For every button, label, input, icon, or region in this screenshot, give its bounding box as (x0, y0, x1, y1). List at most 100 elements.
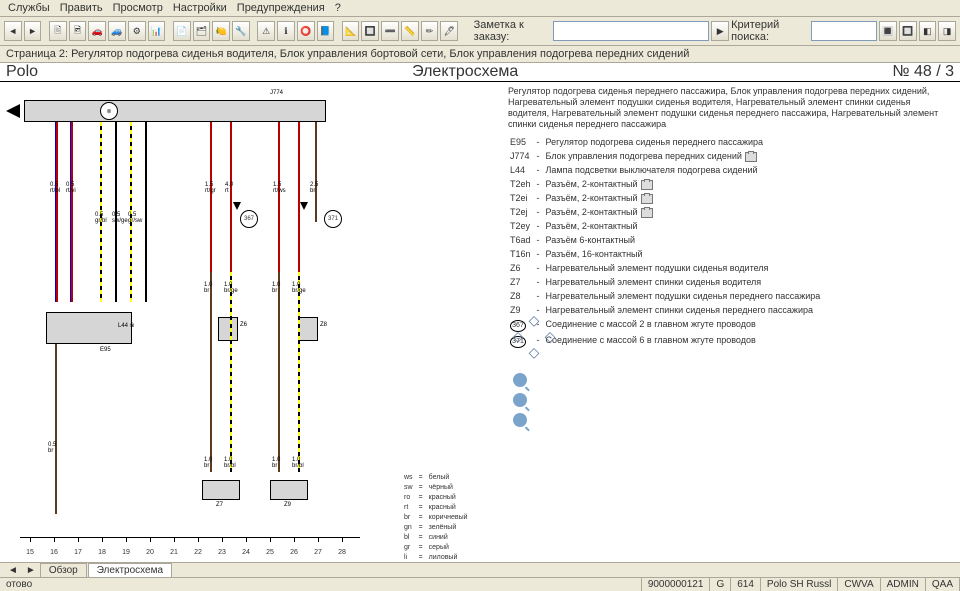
wiring-diagram[interactable]: J774 ⊗ 0.5 rt/bl 0.5 rt/vi 0.5 gr/bl 0.5… (0, 82, 500, 562)
menu-item[interactable]: Службы (8, 2, 50, 14)
page-description-bar: Страница 2: Регулятор подогрева сиденья … (0, 46, 960, 63)
symbol-circle: ⊗ (100, 102, 118, 120)
ruler-line (20, 537, 360, 538)
tab-schema[interactable]: Электросхема (88, 563, 172, 577)
tool-5-icon[interactable]: ⚙ (128, 21, 146, 41)
page-description: Страница 2: Регулятор подогрева сиденья … (6, 48, 689, 60)
tool-3-icon[interactable]: 🚗 (88, 21, 106, 41)
component-z9 (270, 480, 308, 500)
ruler-label: 16 (50, 549, 58, 556)
tool-9-icon[interactable]: 🍋 (212, 21, 230, 41)
tab-overview[interactable]: Обзор (40, 563, 87, 577)
component-z8 (298, 317, 318, 341)
wire (71, 122, 73, 302)
wire-label: 1.0 br/bl (224, 457, 236, 469)
wire-label: 1.0 br (272, 282, 280, 294)
label-z6: Z6 (240, 322, 247, 328)
component-row: T2ei-Разъём, 2-контактный (510, 192, 824, 204)
tool-4-icon[interactable]: 🚙 (108, 21, 126, 41)
tool-11-icon[interactable]: ⚠ (257, 21, 275, 41)
arrow-left-icon (6, 104, 20, 118)
content-area: J774 ⊗ 0.5 rt/bl 0.5 rt/vi 0.5 gr/bl 0.5… (0, 82, 960, 562)
component-row: T2ej-Разъём, 2-контактный (510, 206, 824, 218)
component-row: Z8-Нагревательный элемент подушки сидень… (510, 290, 824, 302)
tool-forward-icon[interactable]: ► (24, 21, 42, 41)
ground-371: 371 (324, 210, 342, 228)
note-input[interactable] (553, 21, 709, 41)
camera-icon[interactable] (641, 208, 653, 218)
menu-item[interactable]: ? (335, 2, 341, 14)
zoom-fit-icon[interactable] (513, 413, 527, 427)
tab-prev-icon[interactable]: ◄ (8, 565, 18, 576)
ruler-label: 23 (218, 549, 226, 556)
doc-type: Электросхема (412, 63, 518, 81)
tool-14-icon[interactable]: 📘 (317, 21, 335, 41)
tool-back-icon[interactable]: ◄ (4, 21, 22, 41)
wire-label: 4.0 rt (225, 182, 233, 194)
crit-btn1-icon[interactable]: 🔳 (879, 21, 897, 41)
crit-btn4-icon[interactable]: ◨ (938, 21, 956, 41)
zoom-out-icon[interactable] (513, 393, 527, 407)
tool-8-icon[interactable]: 🗂 (193, 21, 211, 41)
note-label: Заметка к заказу: (474, 19, 552, 43)
tab-next-icon[interactable]: ► (26, 565, 36, 576)
label-z9: Z9 (284, 502, 291, 508)
zoom-in-icon[interactable] (513, 373, 527, 387)
tool-18-icon[interactable]: 📏 (401, 21, 419, 41)
tool-13-icon[interactable]: ⭕ (297, 21, 315, 41)
tool-17-icon[interactable]: ➖ (381, 21, 399, 41)
tool-1-icon[interactable]: 🖹 (49, 21, 67, 41)
criteria-input[interactable] (811, 21, 877, 41)
tool-2-icon[interactable]: 🖻 (69, 21, 87, 41)
ruler-label: 20 (146, 549, 154, 556)
status-model: Polo SH Russl (761, 578, 838, 591)
pan-right-icon[interactable]: ◇ (542, 328, 558, 344)
menu-item[interactable]: Просмотр (113, 2, 163, 14)
component-row: Z7-Нагревательный элемент спинки сиденья… (510, 276, 824, 288)
arrow-down-icon (233, 202, 241, 210)
wire (230, 272, 232, 472)
tool-7-icon[interactable]: 📄 (173, 21, 191, 41)
tool-15-icon[interactable]: 📐 (342, 21, 360, 41)
tool-20-icon[interactable]: 🖊 (440, 21, 458, 41)
pan-down-icon[interactable]: ◇ (526, 344, 542, 360)
toolbar: ◄ ► 🖹 🖻 🚗 🚙 ⚙ 📊 📄 🗂 🍋 🔧 ⚠ ℹ ⭕ 📘 📐 🔲 ➖ 📏 … (0, 17, 960, 46)
info-panel: Регулятор подогрева сиденья переднего па… (500, 82, 960, 562)
pan-up-icon[interactable]: ◇ (526, 312, 542, 328)
doc-number: № 48 / 3 (892, 63, 954, 81)
wire-label: 0.5 gr/sw (128, 212, 142, 224)
component-row: E95-Регулятор подогрева сиденья переднег… (510, 136, 824, 148)
ruler-label: 18 (98, 549, 106, 556)
wire (230, 122, 232, 272)
component-row: T6ad-Разъём 6-контактный (510, 234, 824, 246)
camera-icon[interactable] (745, 152, 757, 162)
tool-10-icon[interactable]: 🔧 (232, 21, 250, 41)
crit-btn2-icon[interactable]: 🔲 (899, 21, 917, 41)
menu-item[interactable]: Предупреждения (237, 2, 325, 14)
ruler-label: 27 (314, 549, 322, 556)
label-j774: J774 (270, 90, 283, 96)
wire-label: 0.5 gr/bl (95, 212, 107, 224)
tool-19-icon[interactable]: ✏ (421, 21, 439, 41)
pan-left-icon[interactable]: ◇ (510, 328, 526, 344)
wire (55, 344, 57, 514)
wire-label: 1.0 br/bl (292, 457, 304, 469)
connector-j774 (24, 100, 326, 122)
menu-item[interactable]: Править (60, 2, 103, 14)
camera-icon[interactable] (641, 180, 653, 190)
note-go-icon[interactable]: ▶ (711, 21, 729, 41)
wire-label: 0.5 br (48, 442, 56, 454)
wire-label: 1.5 rt/gr (205, 182, 216, 194)
tool-6-icon[interactable]: 📊 (148, 21, 166, 41)
ruler-label: 26 (290, 549, 298, 556)
tool-16-icon[interactable]: 🔲 (361, 21, 379, 41)
menu-item[interactable]: Настройки (173, 2, 227, 14)
status-g: G (710, 578, 731, 591)
tool-12-icon[interactable]: ℹ (277, 21, 295, 41)
color-legend: ws=белыйsw=чёрныйro=красныйrt=красныйbr=… (400, 472, 472, 562)
ground-367: 367 (240, 210, 258, 228)
label-z7: Z7 (216, 502, 223, 508)
camera-icon[interactable] (641, 194, 653, 204)
crit-btn3-icon[interactable]: ◧ (919, 21, 937, 41)
label-l44: L44 ※ (118, 322, 135, 329)
